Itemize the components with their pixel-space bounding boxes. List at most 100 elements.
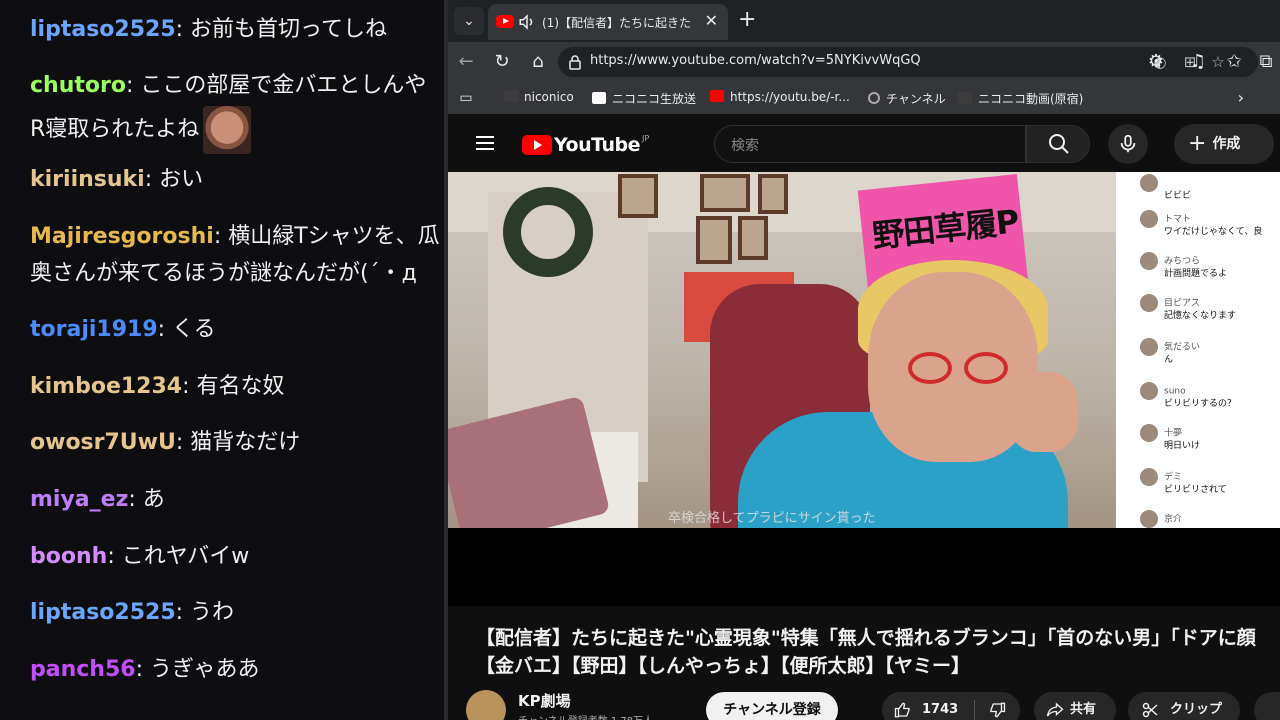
extensions-icon[interactable]: ⚙ — [1144, 50, 1168, 74]
wreath-decoration — [503, 187, 593, 277]
bookmark-nicovideo[interactable]: ニコニコ動画(原宿) — [958, 90, 1083, 107]
tab-strip: ⌄ (1)【配信者】たちに起きた"心霊現象" ✕ + — [448, 0, 1280, 42]
back-arrow-icon[interactable]: ← — [454, 50, 478, 74]
collections-icon[interactable]: ⧉ — [1254, 50, 1278, 74]
chat-username[interactable]: miya_ez — [30, 487, 128, 512]
chat-username[interactable]: liptaso2525 — [30, 17, 176, 42]
create-button[interactable]: + 作成 — [1174, 124, 1274, 164]
youtube-icon — [710, 90, 724, 102]
chat-username[interactable]: toraji1919 — [30, 317, 158, 342]
folder-icon — [958, 92, 972, 104]
split-screen-icon[interactable]: ♫ — [1186, 50, 1210, 74]
chat-text: うぎゃああ — [149, 657, 260, 682]
bookmark-nicolive[interactable]: ニコニコ生放送 — [592, 90, 696, 107]
chat-username[interactable]: chutoro — [30, 73, 126, 98]
voice-search-button[interactable] — [1108, 124, 1148, 164]
red-glasses — [908, 352, 1018, 384]
plus-icon: + — [1188, 131, 1207, 156]
chat-username[interactable]: Majiresgoroshi — [30, 224, 214, 249]
pillow — [448, 395, 611, 528]
folder-icon — [504, 90, 518, 102]
share-icon — [1046, 702, 1064, 717]
chat-text: おい — [159, 167, 204, 192]
chat-message: liptaso2525: うわ — [30, 600, 235, 625]
chat-message: kiriinsuki: おい — [30, 167, 204, 192]
chat-message: toraji1919: くる — [30, 317, 216, 342]
youtube-header: YouTube JP 検索 + 作成 — [448, 116, 1280, 172]
url-text[interactable]: https://www.youtube.com/watch?v=5NYKivvW… — [590, 53, 921, 68]
chat-message: owosr7UwU: 猫背なだけ — [30, 430, 301, 455]
tab-close-icon[interactable]: ✕ — [705, 12, 718, 30]
reload-icon[interactable]: ↻ — [490, 50, 514, 74]
bookmark-channel[interactable]: チャンネル — [868, 90, 946, 107]
chat-text: 猫背なだけ — [190, 430, 301, 455]
speaker-icon[interactable] — [518, 13, 536, 31]
youtube-logo[interactable]: YouTube JP — [522, 134, 649, 156]
new-tab-button[interactable]: + — [738, 8, 756, 32]
nico-icon — [592, 92, 606, 104]
chat-message: Majiresgoroshi: 横山緑Tシャツを、瓜 — [30, 224, 440, 249]
chat-message: miya_ez: あ — [30, 487, 165, 512]
chat-username[interactable]: kiriinsuki — [30, 167, 145, 192]
subscriber-count: チャンネル登録者数 1.78万人 — [518, 712, 653, 720]
microphone-icon — [1120, 134, 1136, 153]
tab-title: (1)【配信者】たちに起きた"心霊現象" — [542, 16, 692, 30]
bookmarks-bar: ▭ niconico ニコニコ生放送 https://youtu.be/-r..… — [448, 82, 1280, 114]
chat-text: R寝取られたよね — [30, 117, 200, 142]
chat-message: liptaso2525: お前も首切ってしね — [30, 17, 387, 42]
chat-username[interactable]: kimboe1234 — [30, 374, 182, 399]
like-count: 1743 — [922, 702, 959, 717]
video-chat-overlay: ビビビ トマト ワイだけじゃなくて、良 みちつら 計画問題でるよ 目ピアス 記憶なくな… — [1124, 172, 1280, 528]
chat-username[interactable]: owosr7UwU — [30, 430, 176, 455]
chat-text: うわ — [190, 600, 235, 625]
chat-message-continued: R寝取られたよね — [30, 106, 252, 154]
video-player[interactable]: 野田草履P ビビビ トマト ワイだけじゃなくて、良 みちつら 計画問題でるよ 目ピア… — [448, 172, 1280, 528]
thumbs-up-icon[interactable] — [894, 701, 912, 719]
video-caption: 卒検合格してプラピにサイン貰った — [668, 511, 876, 526]
chat-text: ここの部屋で金バエとしんや — [140, 73, 427, 98]
chat-text: 横山緑Tシャツを、瓜 — [228, 224, 440, 249]
home-icon[interactable]: ⌂ — [526, 50, 550, 74]
tab-search-button[interactable]: ⌄ — [454, 7, 484, 35]
video-meta-row: KP劇場 チャンネル登録者数 1.78万人 チャンネル登録 1743 共有 クリ… — [448, 684, 1280, 720]
chevron-right-icon[interactable]: › — [1238, 88, 1244, 107]
scissors-icon — [1142, 702, 1158, 718]
chat-message: boonh: これヤバイw — [30, 544, 250, 569]
browser-toolbar: ← ↻ ⌂ https://www.youtube.com/watch?v=5N… — [448, 42, 1280, 82]
lock-icon[interactable] — [568, 54, 582, 70]
bookmark-youtube-link[interactable]: https://youtu.be/-r... — [710, 90, 850, 104]
chat-text: お前も首切ってしね — [190, 17, 387, 42]
favorites-icon[interactable]: ✩ — [1222, 50, 1246, 74]
like-dislike-group[interactable]: 1743 — [882, 692, 1020, 720]
chat-message: kimboe1234: 有名な奴 — [30, 374, 285, 399]
youtube-play-icon — [522, 135, 552, 155]
chat-text: 奥さんが来てるほうが謎なんだが(´・д — [30, 261, 417, 286]
chat-username[interactable]: boonh — [30, 544, 107, 569]
emote-image — [203, 106, 252, 154]
share-button[interactable]: 共有 — [1034, 692, 1116, 720]
youtube-favicon-icon — [496, 15, 514, 28]
channel-name[interactable]: KP劇場 — [518, 690, 571, 711]
subscribe-button[interactable]: チャンネル登録 — [706, 692, 838, 720]
thumbs-down-icon[interactable] — [988, 701, 1006, 719]
chat-text: これヤバイw — [121, 544, 250, 569]
menu-icon[interactable] — [476, 136, 494, 150]
search-icon — [1049, 134, 1069, 154]
browser-window: ⌄ (1)【配信者】たちに起きた"心霊現象" ✕ + ← ↻ ⌂ https:/… — [448, 0, 1280, 720]
save-button[interactable] — [1254, 692, 1280, 720]
chat-panel: liptaso2525: お前も首切ってしね chutoro: ここの部屋で金バ… — [0, 0, 446, 720]
chat-text: あ — [142, 487, 165, 512]
chat-username[interactable]: panch56 — [30, 657, 136, 682]
video-letterbox — [448, 528, 1280, 606]
video-title: 【配信者】たちに起きた"心霊現象"特集「無人で揺れるブランコ」「首のない男」「ド… — [476, 627, 1256, 677]
active-tab[interactable]: (1)【配信者】たちに起きた"心霊現象" ✕ — [488, 4, 728, 40]
tab-actions-icon[interactable]: ▭ — [454, 86, 478, 110]
clip-button[interactable]: クリップ — [1128, 692, 1240, 720]
chat-message-continued: 奥さんが来てるほうが謎なんだが(´・д — [30, 255, 417, 293]
chat-text: 有名な奴 — [196, 374, 285, 399]
chat-username[interactable]: liptaso2525 — [30, 600, 176, 625]
search-button[interactable] — [1026, 125, 1090, 163]
bookmark-niconico[interactable]: niconico — [504, 90, 574, 104]
search-input[interactable]: 検索 — [714, 125, 1026, 163]
channel-avatar[interactable] — [466, 690, 506, 720]
